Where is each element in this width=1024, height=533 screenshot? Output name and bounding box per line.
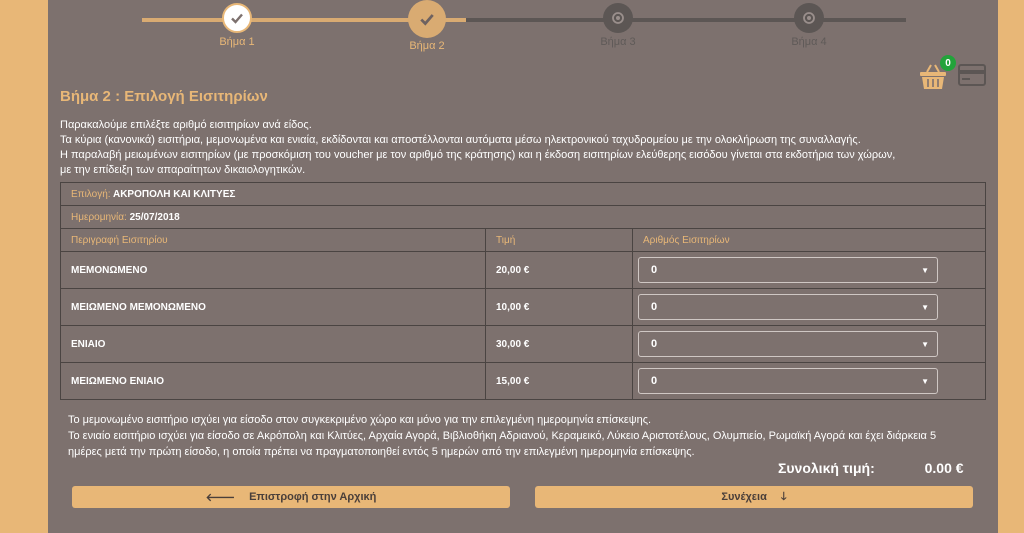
ticket-price: 20,00 € bbox=[485, 251, 633, 289]
check-icon bbox=[222, 3, 252, 33]
table-row: ΕΝΙΑΙΟ 30,00 € 0 ▼ bbox=[60, 325, 986, 363]
quantity-value: 0 bbox=[651, 375, 658, 387]
ticket-description: ΜΕΜΟΝΩΜΕΝΟ bbox=[60, 251, 486, 289]
step-2[interactable]: Βήμα 2 bbox=[377, 0, 477, 52]
tickets-table: Επιλογή: ΑΚΡΟΠΟΛΗ ΚΑΙ ΚΛΙΤΥΕΣ Ημερομηνία… bbox=[60, 182, 986, 400]
quantity-value: 0 bbox=[651, 301, 658, 313]
note-line: Το ενιαίο εισιτήριο ισχύει για είσοδο σε… bbox=[68, 430, 937, 442]
cart-button[interactable]: 0 bbox=[918, 55, 956, 92]
step-3: Βήμα 3 bbox=[568, 0, 668, 48]
dot-circle-icon bbox=[794, 3, 824, 33]
step-1-label: Βήμα 1 bbox=[219, 36, 255, 48]
dot-circle-icon bbox=[603, 3, 633, 33]
quantity-select[interactable]: 0 ▼ bbox=[638, 294, 938, 320]
ticket-price: 15,00 € bbox=[485, 362, 633, 400]
ticket-notes: Το μεμονωμένο εισιτήριο ισχύει για είσοδ… bbox=[68, 412, 988, 460]
cart-count-badge: 0 bbox=[940, 55, 956, 71]
table-header: Περιγραφή Εισιτηρίου Τιμή Αριθμός Εισιτη… bbox=[60, 228, 986, 252]
credit-card-icon[interactable] bbox=[958, 64, 986, 86]
quantity-select[interactable]: 0 ▼ bbox=[638, 368, 938, 394]
column-header-price: Τιμή bbox=[485, 228, 633, 252]
selection-value: ΑΚΡΟΠΟΛΗ ΚΑΙ ΚΛΙΤΥΕΣ bbox=[112, 188, 236, 200]
caret-down-icon: ▼ bbox=[921, 376, 929, 386]
note-line: ημέρες μετά την πρώτη είσοδο, η οποία πρ… bbox=[68, 446, 695, 458]
ticket-description: ΜΕΙΩΜΕΝΟ ΜΕΜΟΝΩΜΕΝΟ bbox=[60, 288, 486, 326]
intro-text: Παρακαλούμε επιλέξτε αριθμό εισιτηρίων α… bbox=[60, 118, 990, 178]
continue-button[interactable]: Συνέχεια 🡓 bbox=[535, 486, 973, 508]
step-1[interactable]: Βήμα 1 bbox=[187, 0, 287, 48]
intro-line: με την επίδειξη των απαραίτητων δικαιολο… bbox=[60, 164, 306, 176]
total-amount: 0.00 € bbox=[924, 460, 964, 476]
date-value: 25/07/2018 bbox=[129, 211, 180, 223]
main-panel: Βήμα 1 Βήμα 2 Βήμα 3 Βήμα 4 0 Βήμα 2: Ε… bbox=[48, 0, 998, 533]
intro-line: Η παραλαβή μειωμένων εισιτηρίων (με προσ… bbox=[60, 149, 896, 161]
date-label: Ημερομηνία: bbox=[71, 211, 127, 223]
total-price: Συνολική τιμή: 0.00 € bbox=[778, 460, 964, 476]
step-3-label: Βήμα 3 bbox=[600, 36, 636, 48]
caret-down-icon: ▼ bbox=[921, 339, 929, 349]
caret-down-icon: ▼ bbox=[921, 265, 929, 275]
ticket-price: 10,00 € bbox=[485, 288, 633, 326]
intro-line: Παρακαλούμε επιλέξτε αριθμό εισιτηρίων α… bbox=[60, 119, 312, 131]
table-row: ΜΕΙΩΜΕΝΟ ΜΕΜΟΝΩΜΕΝΟ 10,00 € 0 ▼ bbox=[60, 288, 986, 326]
quantity-value: 0 bbox=[651, 338, 658, 350]
quantity-value: 0 bbox=[651, 264, 658, 276]
back-home-button[interactable]: 🡐 Επιστροφή στην Αρχική bbox=[72, 486, 510, 508]
page-title: Βήμα 2 : Επιλογή Εισιτηρίων bbox=[60, 88, 268, 105]
step-4: Βήμα 4 bbox=[759, 0, 859, 48]
check-icon bbox=[408, 0, 446, 38]
caret-down-icon: ▼ bbox=[921, 302, 929, 312]
arrow-left-icon: 🡐 bbox=[205, 492, 236, 504]
total-label: Συνολική τιμή: bbox=[778, 460, 875, 476]
selection-label: Επιλογή: bbox=[71, 188, 111, 200]
progress-stepper: Βήμα 1 Βήμα 2 Βήμα 3 Βήμα 4 bbox=[48, 0, 998, 60]
quantity-select[interactable]: 0 ▼ bbox=[638, 331, 938, 357]
ticket-description: ΕΝΙΑΙΟ bbox=[60, 325, 486, 363]
note-line: Το μεμονωμένο εισιτήριο ισχύει για είσοδ… bbox=[68, 414, 652, 426]
continue-label: Συνέχεια bbox=[721, 491, 767, 503]
column-header-description: Περιγραφή Εισιτηρίου bbox=[60, 228, 486, 252]
step-4-label: Βήμα 4 bbox=[791, 36, 827, 48]
ticket-description: ΜΕΙΩΜΕΝΟ ΕΝΙΑΙΟ bbox=[60, 362, 486, 400]
date-row: Ημερομηνία: 25/07/2018 bbox=[60, 205, 986, 229]
arrow-down-icon: 🡓 bbox=[780, 490, 787, 503]
back-home-label: Επιστροφή στην Αρχική bbox=[249, 491, 377, 503]
column-header-quantity: Αριθμός Εισιτηρίων bbox=[632, 228, 986, 252]
intro-line: Τα κύρια (κανονικά) εισιτήρια, μεμονωμέν… bbox=[60, 134, 861, 146]
selection-row: Επιλογή: ΑΚΡΟΠΟΛΗ ΚΑΙ ΚΛΙΤΥΕΣ bbox=[60, 182, 986, 206]
table-row: ΜΕΜΟΝΩΜΕΝΟ 20,00 € 0 ▼ bbox=[60, 251, 986, 289]
quantity-select[interactable]: 0 ▼ bbox=[638, 257, 938, 283]
ticket-price: 30,00 € bbox=[485, 325, 633, 363]
table-row: ΜΕΙΩΜΕΝΟ ΕΝΙΑΙΟ 15,00 € 0 ▼ bbox=[60, 362, 986, 400]
step-2-label: Βήμα 2 bbox=[409, 40, 445, 52]
